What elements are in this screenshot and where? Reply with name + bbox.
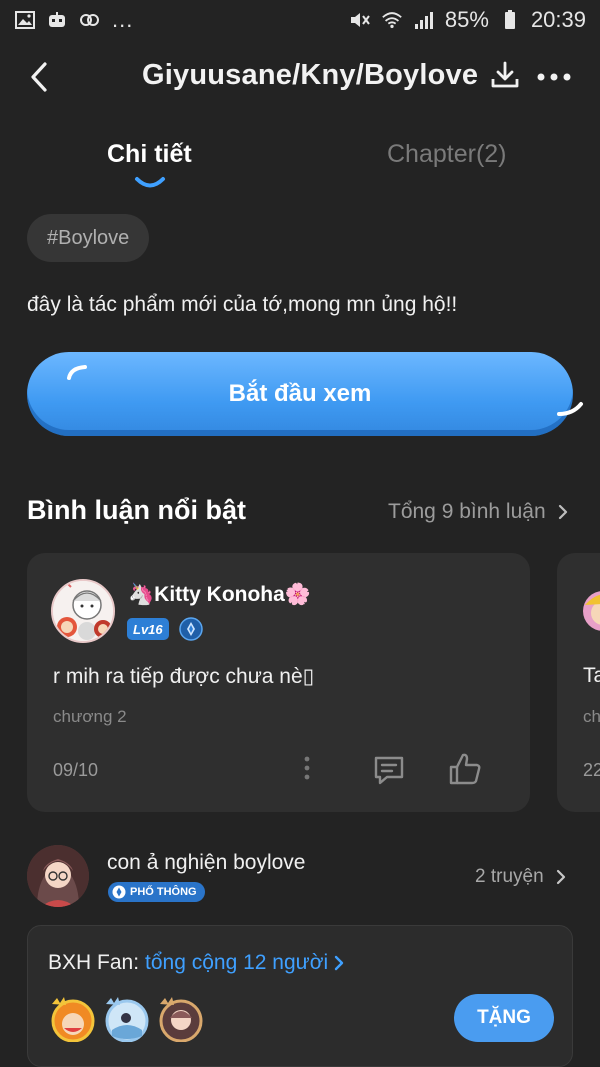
comments-total-label: Tổng 9 bình luận <box>388 500 546 523</box>
bronze-crown-avatar-icon <box>159 997 203 1043</box>
top-bar: Giyuusane/Kny/Boylove <box>0 40 600 116</box>
battery-percent: 85% <box>444 7 489 32</box>
author-rank-badge: PHỔ THÔNG <box>108 882 205 902</box>
status-bar-right: 85% 20:39 <box>349 7 586 33</box>
more-dots-icon <box>537 73 571 81</box>
chevron-right-icon <box>558 504 567 520</box>
story-title: Giyuusane/Kny/Boylove <box>142 58 479 91</box>
author-name[interactable]: con ả nghiện boylove <box>107 851 306 875</box>
mute-icon <box>349 10 371 30</box>
rank-shield-icon <box>179 617 203 641</box>
fan-avatar[interactable] <box>50 996 96 1043</box>
battery-icon <box>499 10 521 30</box>
chevron-left-icon <box>31 62 47 92</box>
wifi-icon <box>381 10 403 30</box>
chevron-right-icon <box>556 869 565 885</box>
chevron-right-icon <box>334 955 344 971</box>
active-tab-indicator <box>135 177 165 188</box>
rank-shield-icon <box>112 885 126 899</box>
tab-chapter[interactable]: Chapter(2) <box>387 140 507 169</box>
author-avatar[interactable] <box>27 845 89 907</box>
peek-comment-text: Ta <box>583 664 600 687</box>
level-badge: Lv16 <box>127 618 169 640</box>
start-reading-label: Bắt đầu xem <box>228 380 372 407</box>
silver-crown-avatar-icon <box>105 997 149 1043</box>
author-stories-count: 2 truyện <box>475 866 544 887</box>
comment-chapter: chương 2 <box>53 707 127 726</box>
download-icon <box>491 61 519 88</box>
more-options-button[interactable] <box>534 62 574 92</box>
signal-icon <box>413 10 435 30</box>
comment-card[interactable]: 🦄Kitty Konoha🌸 Lv16 r mih ra tiếp được c… <box>27 553 530 812</box>
gallery-icon <box>14 10 36 30</box>
gift-button[interactable]: TẶNG <box>454 994 554 1042</box>
commenter-avatar-icon <box>583 591 600 631</box>
start-reading-button[interactable]: Bắt đầu xem <box>27 352 583 436</box>
more-notifications: ... <box>112 7 134 32</box>
reply-comment-icon[interactable] <box>372 753 406 787</box>
story-description: đây là tác phẩm mới của tớ,mong mn ủng h… <box>27 293 458 316</box>
author-avatar-icon <box>27 845 89 907</box>
link-icon <box>78 10 100 30</box>
vertical-more-icon[interactable] <box>297 753 317 783</box>
commenter-avatar[interactable] <box>51 579 115 643</box>
shine-icon <box>557 402 583 416</box>
peek-comment-date: 22 <box>583 760 600 780</box>
fan-ranking-link[interactable]: tổng cộng 12 người <box>145 951 344 975</box>
author-stories-link[interactable]: 2 truyện <box>475 866 566 888</box>
fan-ranking-title: BXH Fan: <box>48 951 140 974</box>
comments-section-title: Bình luận nổi bật <box>27 495 246 525</box>
gold-crown-avatar-icon <box>51 997 95 1043</box>
commenter-name[interactable]: 🦄Kitty Konoha🌸 <box>128 583 311 607</box>
genre-tag[interactable]: #Boylove <box>27 214 150 262</box>
tab-detail[interactable]: Chi tiết <box>107 140 192 169</box>
clock: 20:39 <box>530 7 586 32</box>
comments-total-link[interactable]: Tổng 9 bình luận <box>388 500 568 524</box>
fan-avatar-list <box>50 996 204 1043</box>
fan-count-label: tổng cộng 12 người <box>145 951 329 974</box>
status-bar: ... 85% 20:39 <box>0 0 600 40</box>
tab-bar: Chi tiết Chapter(2) <box>0 130 600 200</box>
shine-icon <box>67 365 87 380</box>
back-button[interactable] <box>22 60 56 94</box>
peek-comment-chapter: ch <box>583 707 600 726</box>
comment-date: 09/10 <box>53 760 99 780</box>
comment-text: r mih ra tiếp được chưa nè▯ <box>53 665 315 688</box>
next-comment-card[interactable]: Ta ch 22 <box>557 553 600 812</box>
thumbs-up-icon[interactable] <box>447 751 483 787</box>
anime-avatar-icon <box>53 581 113 641</box>
fan-ranking-box: BXH Fan: tổng cộng 12 người TẶNG <box>27 925 573 1067</box>
status-bar-left: ... <box>14 7 133 33</box>
author-rank-label: PHỔ THÔNG <box>130 886 197 898</box>
app-notification-icon <box>46 10 68 30</box>
fan-avatar[interactable] <box>158 996 204 1043</box>
download-button[interactable] <box>488 58 522 92</box>
title-wrap: Giyuusane/Kny/Boylove <box>142 58 522 92</box>
fan-avatar[interactable] <box>104 996 150 1043</box>
